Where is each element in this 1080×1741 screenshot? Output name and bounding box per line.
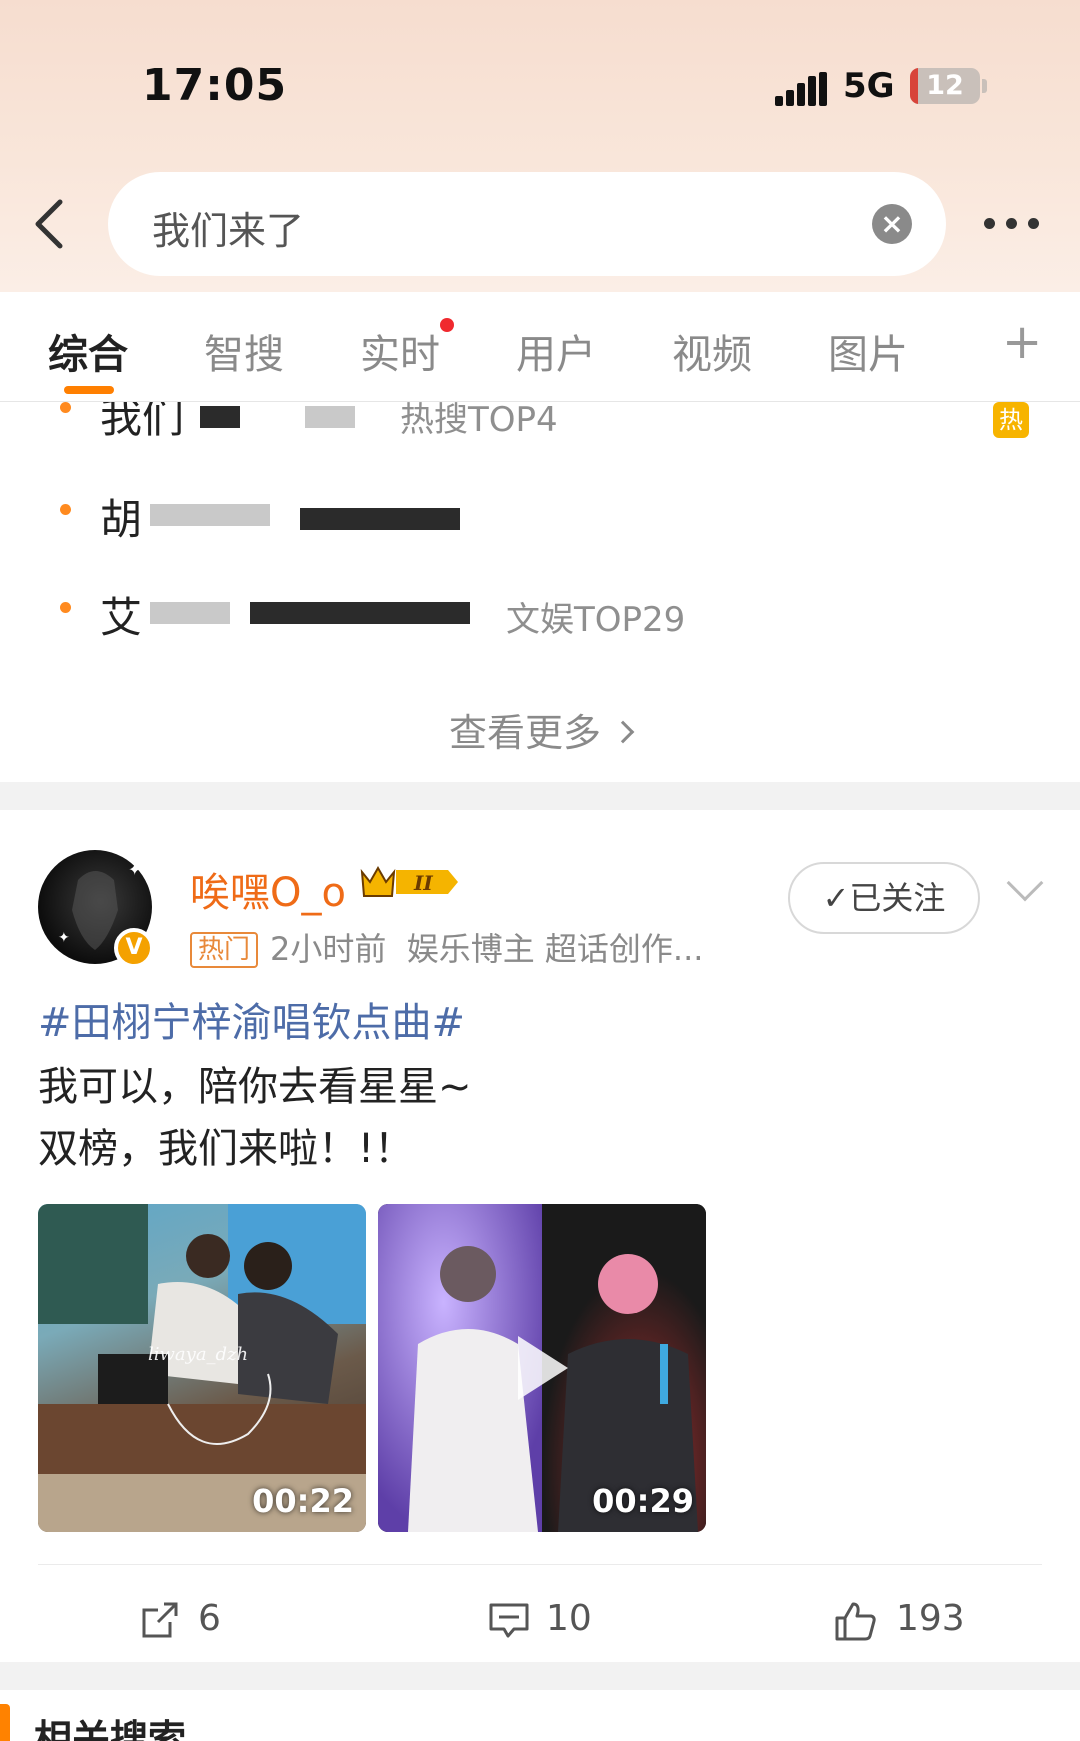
post-text-line: 我可以，陪你去看星星~ [38, 1064, 472, 1110]
clear-icon[interactable]: × [872, 204, 912, 244]
new-dot-icon [440, 318, 454, 332]
network-type: 5G [843, 66, 895, 106]
video-duration: 00:22 [252, 1482, 354, 1520]
post-time: 2小时前 [270, 930, 387, 968]
hot-tag: 热门 [190, 932, 259, 968]
redaction [300, 508, 460, 530]
hot-item-rank: 热搜TOP4 [400, 402, 558, 440]
tab-comprehensive[interactable]: 综合 [48, 322, 128, 380]
status-bar: 17:05 5G 12 [0, 58, 1080, 118]
add-tab-icon[interactable]: + [1002, 314, 1042, 370]
tab-images[interactable]: 图片 [828, 322, 908, 380]
header-area: 17:05 5G 12 我们来了 × [0, 0, 1080, 292]
hot-item-text: 胡 [100, 495, 143, 544]
post-source: 娱乐博主 超话创作... [406, 930, 704, 968]
related-search-title: 相关搜索 [34, 1717, 187, 1741]
battery-icon: 12 [910, 68, 980, 104]
following-button[interactable]: ✓已关注 [788, 862, 980, 934]
repost-count: 6 [198, 1598, 221, 1639]
username[interactable]: 唉嘿O_o [190, 860, 346, 918]
active-tab-indicator [64, 386, 114, 394]
redaction [305, 406, 355, 428]
play-icon[interactable] [518, 1336, 568, 1400]
battery-cap [982, 79, 987, 93]
hot-item[interactable]: 我们 热搜TOP4 热 [0, 402, 1080, 446]
tab-bar: 综合 智搜 实时 用户 视频 图片 + [0, 292, 1080, 402]
crown-level-icon: II [358, 862, 462, 902]
hot-item[interactable]: 艾 文娱TOP29 [0, 576, 1080, 646]
divider [38, 1564, 1042, 1565]
comment-icon [489, 1603, 529, 1638]
repost-icon [142, 1602, 178, 1638]
more-dots-icon[interactable] [980, 212, 1044, 236]
tab-realtime[interactable]: 实时 [360, 318, 454, 380]
tab-video[interactable]: 视频 [672, 322, 752, 380]
chevron-down-icon[interactable] [1006, 864, 1044, 902]
redaction [200, 406, 240, 428]
hot-item-text: 艾 [100, 593, 143, 642]
hot-item-text: 我们 [100, 402, 185, 442]
video-duration: 00:29 [592, 1482, 694, 1520]
section-accent [0, 1704, 10, 1741]
hot-item[interactable]: 胡 [0, 478, 1080, 548]
tab-users[interactable]: 用户 [516, 322, 596, 380]
redaction [250, 602, 470, 624]
battery-level: 12 [926, 70, 964, 101]
hot-badge: 热 [993, 402, 1029, 438]
comment-count: 10 [546, 1598, 592, 1639]
video-thumbnail[interactable]: 00:29 [378, 1204, 706, 1532]
svg-text:II: II [413, 871, 433, 895]
redaction [150, 602, 230, 624]
thumbs-up-icon [835, 1602, 876, 1641]
clock: 17:05 [142, 60, 288, 111]
redaction [150, 504, 270, 526]
view-more-button[interactable]: 查看更多 [0, 702, 1080, 757]
bullet-icon [60, 602, 71, 613]
verified-badge: V [114, 928, 154, 968]
post-meta: 热门 2小时前 娱乐博主 超话创作... [190, 924, 703, 970]
video-thumbnail[interactable]: liwaya_dzh 00:22 [38, 1204, 366, 1532]
chevron-right-icon [611, 720, 635, 743]
bullet-icon [60, 402, 71, 413]
topic-link[interactable]: #田栩宁梓渝唱钦点曲# [38, 990, 465, 1048]
search-input[interactable]: 我们来了 × [108, 172, 946, 276]
video-watermark: liwaya_dzh [148, 1344, 249, 1365]
hot-item-rank: 文娱TOP29 [506, 600, 686, 640]
bullet-icon [60, 504, 71, 515]
signal-icon [775, 72, 827, 106]
post-text-line: 双榜，我们来啦！!！ [38, 1126, 415, 1172]
hot-search-card: 我们 热搜TOP4 热 胡 艾 文娱TOP29 查看更多 [0, 402, 1080, 782]
related-search-card: 相关搜索 [0, 1690, 1080, 1741]
tab-smart-search[interactable]: 智搜 [204, 322, 284, 380]
like-count: 193 [896, 1598, 965, 1639]
search-query: 我们来了 [152, 209, 305, 253]
post-card: ✦ ✦ ✦ V 唉嘿O_o II 热门 2小时前 娱乐博主 超话创作... ✓已关… [0, 810, 1080, 1662]
search-row: 我们来了 × [0, 172, 1080, 280]
chevron-left-icon[interactable] [28, 194, 78, 254]
